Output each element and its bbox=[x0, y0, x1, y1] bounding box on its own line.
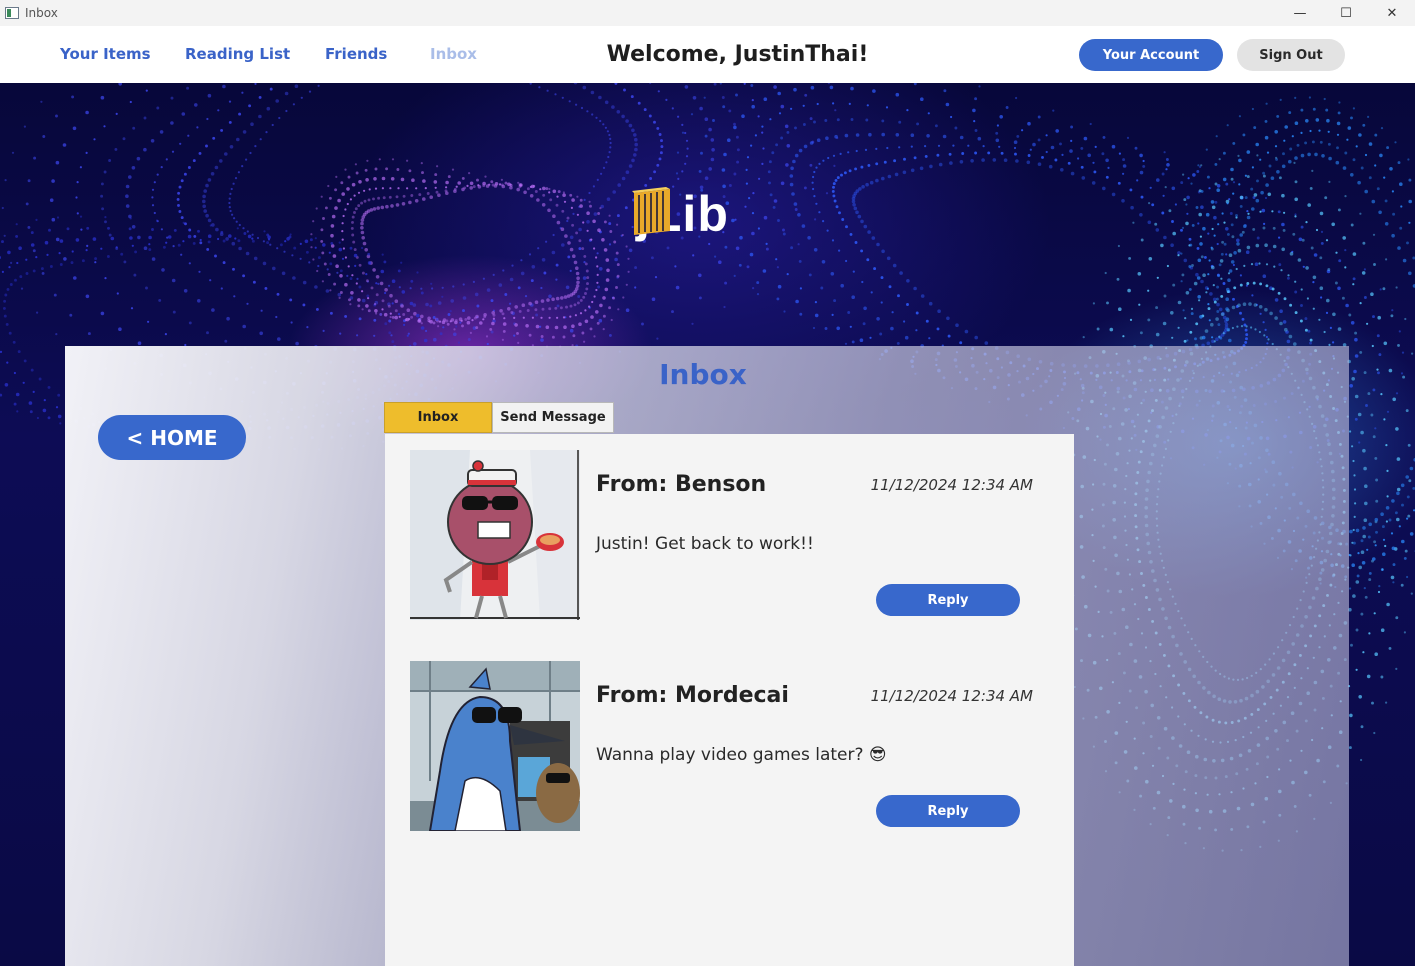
inbox-tabs: Inbox Send Message bbox=[384, 402, 614, 433]
top-navbar: Your Items Reading List Friends Inbox We… bbox=[0, 26, 1415, 83]
message-item: From: Benson 11/12/2024 12:34 AM Justin!… bbox=[385, 450, 1074, 622]
nav-reading-list[interactable]: Reading List bbox=[185, 26, 290, 83]
close-icon[interactable]: ✕ bbox=[1369, 0, 1415, 26]
panel-title: Inbox bbox=[659, 358, 747, 391]
nav-your-items[interactable]: Your Items bbox=[60, 26, 151, 83]
message-sender: From: Mordecai bbox=[596, 683, 789, 708]
tab-send-message[interactable]: Send Message bbox=[492, 402, 614, 433]
window-titlebar: Inbox — ☐ ✕ bbox=[0, 0, 1415, 26]
books-logo-icon bbox=[632, 187, 670, 235]
inbox-panel: Inbox < HOME Inbox Send Message From: Be… bbox=[65, 346, 1349, 966]
message-sender: From: Benson bbox=[596, 472, 767, 497]
maximize-icon[interactable]: ☐ bbox=[1323, 0, 1369, 26]
message-body: Justin! Get back to work!! bbox=[596, 534, 814, 554]
message-date: 11/12/2024 12:34 AM bbox=[870, 687, 1033, 705]
your-account-button[interactable]: Your Account bbox=[1079, 39, 1223, 71]
nav-friends[interactable]: Friends bbox=[325, 26, 387, 83]
reply-button[interactable]: Reply bbox=[876, 795, 1020, 827]
window-controls: — ☐ ✕ bbox=[1277, 0, 1415, 26]
benson-avatar bbox=[410, 450, 580, 620]
sign-out-button[interactable]: Sign Out bbox=[1237, 39, 1345, 71]
home-button[interactable]: < HOME bbox=[98, 415, 246, 460]
reply-button[interactable]: Reply bbox=[876, 584, 1020, 616]
welcome-heading: Welcome, JustinThai! bbox=[606, 42, 869, 67]
tab-inbox[interactable]: Inbox bbox=[384, 402, 492, 433]
app-icon bbox=[5, 7, 19, 19]
mordecai-avatar bbox=[410, 661, 580, 831]
message-body: Wanna play video games later? 😎 bbox=[596, 745, 887, 765]
nav-inbox[interactable]: Inbox bbox=[430, 26, 477, 83]
minimize-icon[interactable]: — bbox=[1277, 0, 1323, 26]
window-title: Inbox bbox=[25, 6, 58, 20]
message-date: 11/12/2024 12:34 AM bbox=[870, 476, 1033, 494]
message-item: From: Mordecai 11/12/2024 12:34 AM Wanna… bbox=[385, 661, 1074, 833]
message-list[interactable]: From: Benson 11/12/2024 12:34 AM Justin!… bbox=[385, 434, 1074, 966]
jlib-logo: jLib bbox=[630, 185, 729, 243]
